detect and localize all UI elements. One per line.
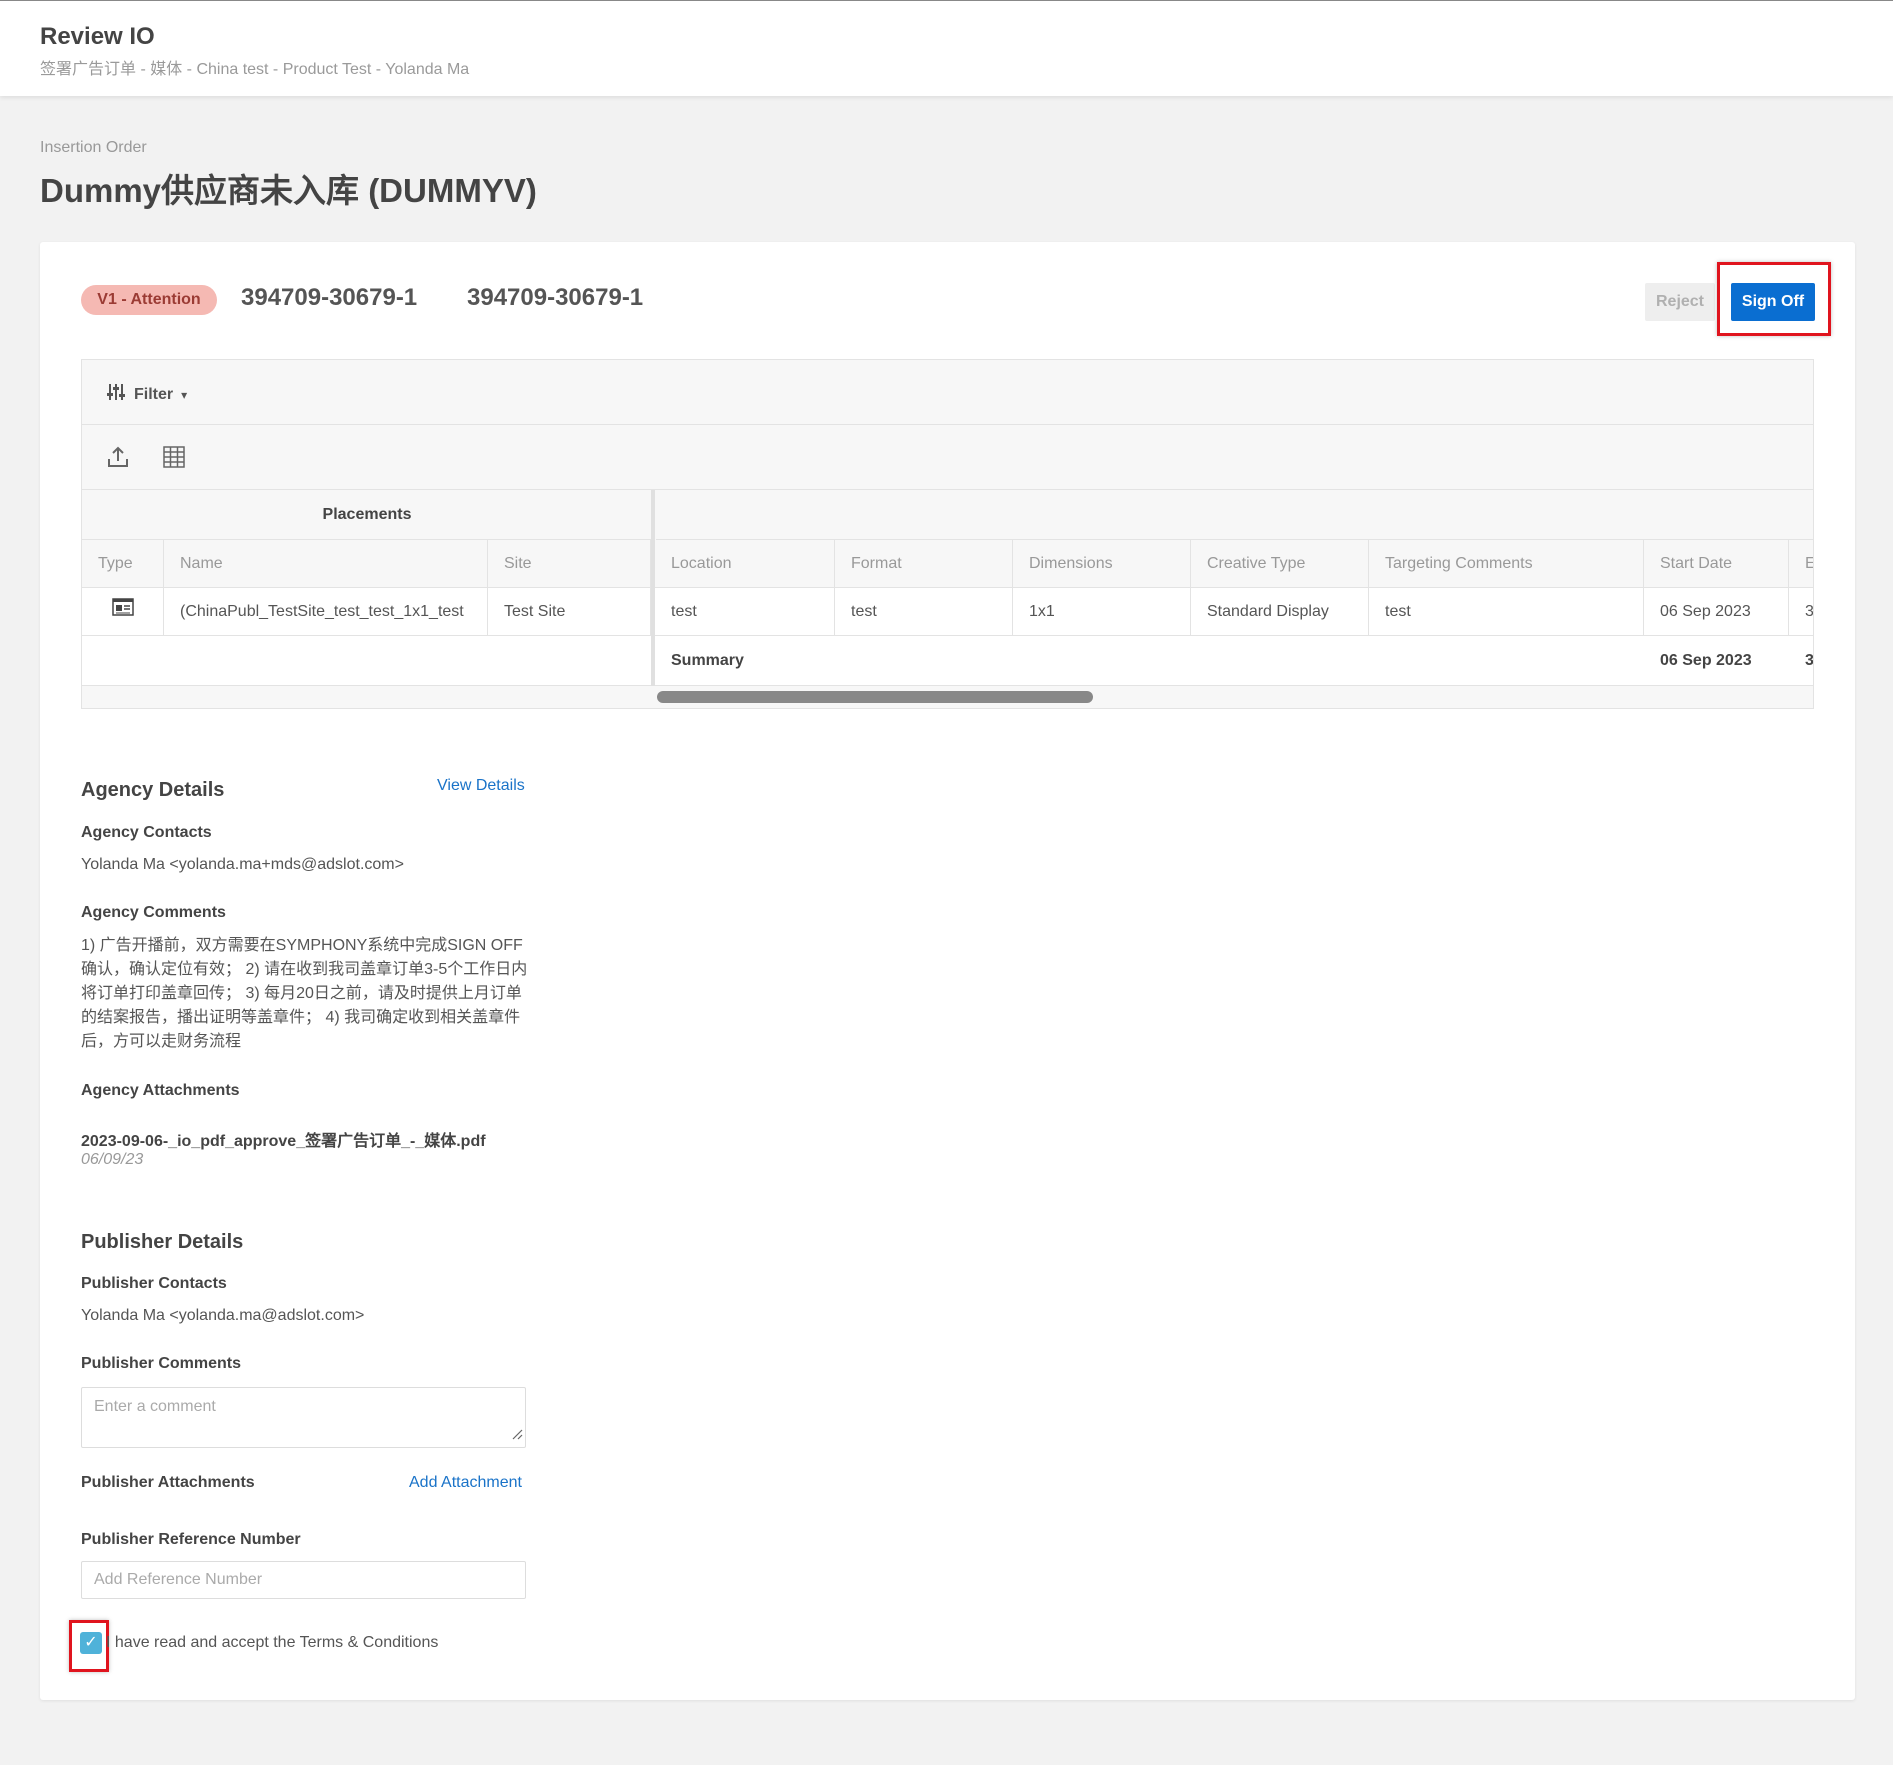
app-title: Review IO [40,23,155,50]
scrollbar-thumb[interactable] [657,691,1093,703]
column-header-targeting-comments[interactable]: Targeting Comments [1369,540,1644,588]
agency-details-title: Agency Details [81,779,225,801]
filter-button[interactable]: Filter ▾ [106,382,187,407]
row-format-cell: test [835,588,1013,636]
column-header-start-date[interactable]: Start Date [1644,540,1789,588]
comment-placeholder: Enter a comment [94,1398,216,1415]
row-site-cell: Test Site [488,588,651,636]
placements-group-header: Placements [82,490,652,540]
top-header: Review IO 签署广告订单 - 媒体 - China test - Pro… [0,0,1893,96]
upload-icon[interactable] [106,445,130,474]
column-header-site[interactable]: Site [488,540,651,588]
column-header-dimensions[interactable]: Dimensions [1013,540,1191,588]
agency-comments-label: Agency Comments [81,904,226,921]
reference-number-input[interactable]: Add Reference Number [81,1561,526,1599]
order-id-secondary: 394709-30679-1 [467,284,644,311]
document-type-label: Insertion Order [40,139,147,156]
summary-start-date: 06 Sep 2023 [1644,636,1789,686]
horizontal-scrollbar[interactable] [656,686,1813,708]
sign-off-highlight [1717,262,1831,336]
table-grid-icon[interactable] [162,445,186,474]
insertion-order-card: V1 - Attention 394709-30679-1 394709-306… [40,242,1855,1700]
grid-toolbar [82,425,1813,490]
publisher-reference-label: Publisher Reference Number [81,1531,301,1548]
column-header-name[interactable]: Name [164,540,488,588]
order-id-primary: 394709-30679-1 [241,284,418,311]
chevron-down-icon: ▾ [181,387,188,402]
publisher-attachments-label: Publisher Attachments [81,1474,255,1491]
row-creative-type-cell: Standard Display [1191,588,1369,636]
publisher-details-title: Publisher Details [81,1231,244,1253]
row-type-cell [82,588,164,636]
view-details-link[interactable]: View Details [437,777,525,795]
agency-comments-text: 1) 广告开播前，双方需要在SYMPHONY系统中完成SIGN OFF确认，确认… [81,937,528,1050]
summary-pinned-spacer [82,636,651,686]
page-title: Dummy供应商未入库 (DUMMYV) [40,172,537,209]
row-start-date-cell: 06 Sep 2023 [1644,588,1789,636]
agency-contacts-value: Yolanda Ma <yolanda.ma+mds@adslot.com> [81,856,404,873]
agency-attachments-label: Agency Attachments [81,1082,240,1099]
column-header-end-date[interactable]: E [1789,540,1813,588]
summary-label: Summary [655,636,1644,686]
placements-grid: Filter ▾ Placements Type Name Site Locat… [81,359,1814,709]
publisher-contacts-label: Publisher Contacts [81,1275,227,1292]
terms-checkbox-highlight [69,1620,109,1672]
breadcrumb: 签署广告订单 - 媒体 - China test - Product Test … [40,61,470,78]
column-header-location[interactable]: Location [655,540,835,588]
row-end-date-cell: 3 [1789,588,1813,636]
row-dimensions-cell: 1x1 [1013,588,1191,636]
agency-contacts-label: Agency Contacts [81,824,212,841]
agency-attachment-link[interactable]: 2023-09-06-_io_pdf_approve_签署广告订单_-_媒体.p… [81,1127,486,1151]
filter-label: Filter [134,385,174,403]
publisher-comments-label: Publisher Comments [81,1355,242,1372]
row-location-cell: test [655,588,835,636]
terms-label[interactable]: I have read and accept the Terms & Condi… [106,1634,438,1652]
filter-bar: Filter ▾ [82,360,1813,425]
agency-attachment-date: 06/09/23 [81,1151,144,1168]
resize-handle-icon[interactable] [511,1427,523,1445]
column-header-format[interactable]: Format [835,540,1013,588]
reject-button[interactable]: Reject [1645,283,1715,321]
reference-placeholder: Add Reference Number [94,1571,263,1588]
row-targeting-cell: test [1369,588,1644,636]
display-ad-icon [111,588,134,635]
column-header-type[interactable]: Type [82,540,164,588]
sliders-icon [106,382,126,407]
add-attachment-link[interactable]: Add Attachment [409,1474,522,1492]
summary-end-date: 3 [1789,636,1813,686]
publisher-contacts-value: Yolanda Ma <yolanda.ma@adslot.com> [81,1307,365,1324]
column-header-creative-type[interactable]: Creative Type [1191,540,1369,588]
group-header-spacer [656,490,1813,540]
publisher-comment-field[interactable]: Enter a comment [81,1387,526,1448]
row-name-cell: (ChinaPubl_TestSite_test_test_1x1_test [164,588,488,636]
status-badge: V1 - Attention [81,285,217,315]
